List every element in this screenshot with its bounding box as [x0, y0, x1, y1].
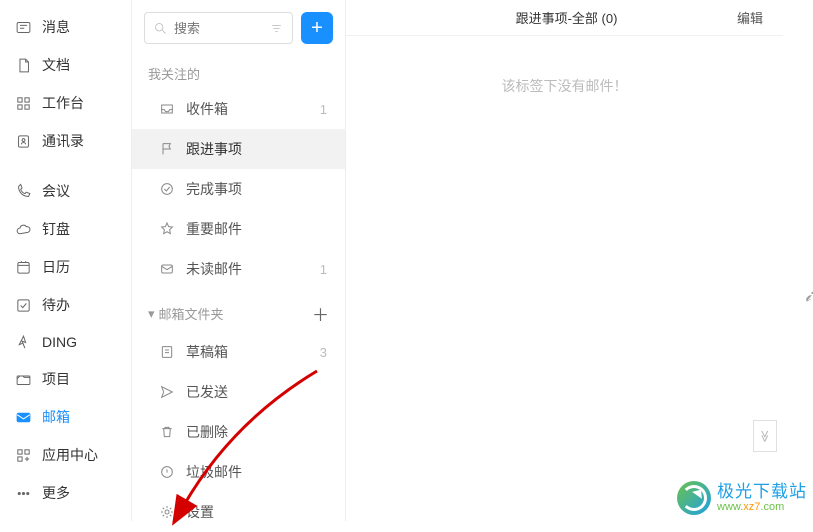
settings-item[interactable]: 设置 — [132, 492, 345, 532]
content-title: 跟进事项-全部 (0) — [396, 8, 737, 27]
nav-label: DING — [42, 334, 77, 350]
folder-drafts[interactable]: 草稿箱 3 — [132, 332, 345, 372]
folder-important[interactable]: 重要邮件 — [132, 209, 345, 249]
nav-more[interactable]: 更多 — [0, 474, 131, 512]
calendar-icon — [14, 258, 32, 276]
folder-inbox[interactable]: 收件箱 1 — [132, 89, 345, 129]
draft-icon — [158, 343, 176, 361]
edit-button[interactable]: 编辑 — [737, 8, 763, 27]
search-icon — [153, 21, 168, 36]
section-title-text: 邮箱文件夹 — [159, 304, 224, 323]
folder-count: 1 — [320, 102, 327, 117]
watermark: 极光下载站 www.xz7.com — [677, 481, 807, 515]
mail-icon — [14, 408, 32, 426]
folder-count: 1 — [320, 262, 327, 277]
watermark-url: www.xz7.com — [717, 501, 807, 514]
folder-sent[interactable]: 已发送 — [132, 372, 345, 412]
empty-message: 该标签下没有邮件！ — [346, 76, 783, 96]
nav-mail[interactable]: 邮箱 — [0, 398, 131, 436]
nav-label: 项目 — [42, 369, 70, 389]
project-icon — [14, 370, 32, 388]
watermark-logo — [677, 481, 711, 515]
add-folder-button[interactable]: ＋ — [312, 301, 329, 326]
nav-calendar[interactable]: 日历 — [0, 248, 131, 286]
nav-label: 通讯录 — [42, 131, 84, 151]
scroll-down-button[interactable]: ≫ — [753, 420, 777, 452]
inbox-icon — [158, 100, 176, 118]
star-icon — [158, 220, 176, 238]
left-sidebar: 消息 文档 工作台 通讯录 会议 钉盘 日历 待办 DING 项目 邮箱 应用中… — [0, 0, 132, 521]
nav-contacts[interactable]: 通讯录 — [0, 122, 131, 160]
folder-label: 未读邮件 — [186, 259, 242, 279]
search-input[interactable] — [174, 21, 269, 36]
nav-app-center[interactable]: 应用中心 — [0, 436, 131, 474]
nav-label: 工作台 — [42, 93, 84, 113]
folder-spam[interactable]: 垃圾邮件 — [132, 452, 345, 492]
phone-icon — [14, 182, 32, 200]
cloud-icon — [14, 220, 32, 238]
trash-icon — [158, 423, 176, 441]
folder-label: 草稿箱 — [186, 342, 228, 362]
spam-icon — [158, 463, 176, 481]
message-icon — [14, 18, 32, 36]
filter-icon[interactable] — [269, 21, 284, 36]
nav-drive[interactable]: 钉盘 — [0, 210, 131, 248]
folder-label: 重要邮件 — [186, 219, 242, 239]
more-icon — [14, 484, 32, 502]
app-center-icon — [14, 446, 32, 464]
nav-label: 钉盘 — [42, 219, 70, 239]
gear-icon — [158, 503, 176, 521]
check-icon — [14, 296, 32, 314]
nav-meeting[interactable]: 会议 — [0, 172, 131, 210]
folder-label: 收件箱 — [186, 99, 228, 119]
nav-messages[interactable]: 消息 — [0, 8, 131, 46]
main-area: 跟进事项-全部 (0) 编辑 该标签下没有邮件！ ≫ — [346, 0, 783, 521]
unread-icon — [158, 260, 176, 278]
nav-label: 更多 — [42, 483, 70, 503]
nav-documents[interactable]: 文档 — [0, 46, 131, 84]
nav-workbench[interactable]: 工作台 — [0, 84, 131, 122]
nav-label: 文档 — [42, 55, 70, 75]
compose-button[interactable]: + — [301, 12, 333, 44]
folder-done[interactable]: 完成事项 — [132, 169, 345, 209]
done-icon — [158, 180, 176, 198]
folder-unread[interactable]: 未读邮件 1 — [132, 249, 345, 289]
watermark-name: 极光下载站 — [717, 482, 807, 502]
search-box[interactable] — [144, 12, 293, 44]
nav-label: 待办 — [42, 295, 70, 315]
right-gutter: 𝓲 — [783, 0, 813, 521]
chevron-down-icon[interactable]: ▾ — [148, 306, 155, 322]
folder-column: + 我关注的 收件箱 1 跟进事项 完成事项 重要邮件 未读邮件 1 ▾ 邮箱文件夹… — [132, 0, 346, 521]
section-followed-title: 我关注的 — [132, 52, 345, 89]
nav-label: 邮箱 — [42, 407, 70, 427]
folder-label: 完成事项 — [186, 179, 242, 199]
folder-label: 垃圾邮件 — [186, 462, 242, 482]
contacts-icon — [14, 132, 32, 150]
nav-project[interactable]: 项目 — [0, 360, 131, 398]
nav-label: 日历 — [42, 257, 70, 277]
sent-icon — [158, 383, 176, 401]
folder-label: 已删除 — [186, 422, 228, 442]
flag-icon — [158, 140, 176, 158]
folder-count: 3 — [320, 345, 327, 360]
apps-icon — [14, 94, 32, 112]
section-folders-title: ▾ 邮箱文件夹 ＋ — [132, 289, 345, 332]
folder-deleted[interactable]: 已删除 — [132, 412, 345, 452]
folder-label: 已发送 — [186, 382, 228, 402]
nav-label: 消息 — [42, 17, 70, 37]
folder-followup[interactable]: 跟进事项 — [132, 129, 345, 169]
nav-todo[interactable]: 待办 — [0, 286, 131, 324]
document-icon — [14, 56, 32, 74]
nav-label: 应用中心 — [42, 445, 98, 465]
nav-ding[interactable]: DING — [0, 324, 131, 360]
ding-icon — [14, 333, 32, 351]
decorative-mark: 𝓲 — [805, 288, 811, 306]
folder-label: 跟进事项 — [186, 139, 242, 159]
folder-label: 设置 — [186, 502, 214, 522]
nav-label: 会议 — [42, 181, 70, 201]
